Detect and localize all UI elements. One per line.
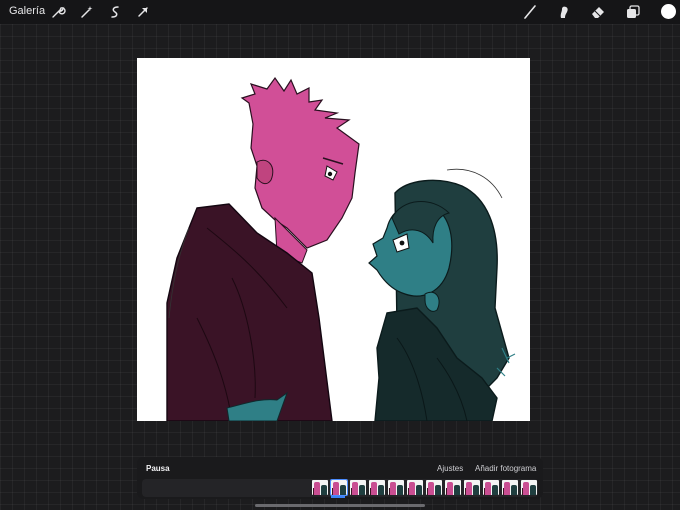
frame-thumbnail[interactable]	[330, 479, 348, 496]
smudge-icon[interactable]	[556, 4, 572, 20]
frame-thumbnail[interactable]	[407, 480, 423, 495]
color-picker-button[interactable]	[661, 4, 676, 19]
frame-thumbnail[interactable]	[312, 480, 328, 495]
frame-thumbnail[interactable]	[464, 480, 480, 495]
magic-wand-icon[interactable]	[79, 4, 95, 20]
frame-thumbnail[interactable]	[445, 480, 461, 495]
gallery-button[interactable]: Galería	[9, 5, 45, 17]
frame-strip	[312, 479, 537, 496]
wrench-icon[interactable]	[50, 4, 66, 20]
frame-thumbnail[interactable]	[483, 480, 499, 495]
frame-thumbnail[interactable]	[350, 480, 366, 495]
frame-thumbnail[interactable]	[521, 480, 537, 495]
illustration	[166, 76, 516, 421]
add-frame-button[interactable]: Añadir fotograma	[475, 464, 536, 473]
current-frame-indicator	[331, 496, 345, 498]
top-toolbar: Galería	[0, 0, 680, 24]
frame-thumbnail[interactable]	[369, 480, 385, 495]
drawing-canvas[interactable]	[137, 58, 530, 421]
frame-thumbnail[interactable]	[426, 480, 442, 495]
pause-button[interactable]: Pausa	[146, 464, 170, 473]
animation-assist-panel: Pausa Ajustes Añadir fotograma	[137, 457, 543, 499]
home-indicator[interactable]	[255, 504, 425, 507]
transform-arrow-icon[interactable]	[135, 4, 151, 20]
settings-button[interactable]: Ajustes	[437, 464, 463, 473]
frame-timeline[interactable]	[142, 479, 538, 497]
selection-icon[interactable]	[107, 4, 123, 20]
frame-thumbnail[interactable]	[502, 480, 518, 495]
brush-icon[interactable]	[522, 4, 538, 20]
frame-thumbnail[interactable]	[388, 480, 404, 495]
layers-icon[interactable]	[625, 4, 641, 20]
eraser-icon[interactable]	[590, 4, 606, 20]
